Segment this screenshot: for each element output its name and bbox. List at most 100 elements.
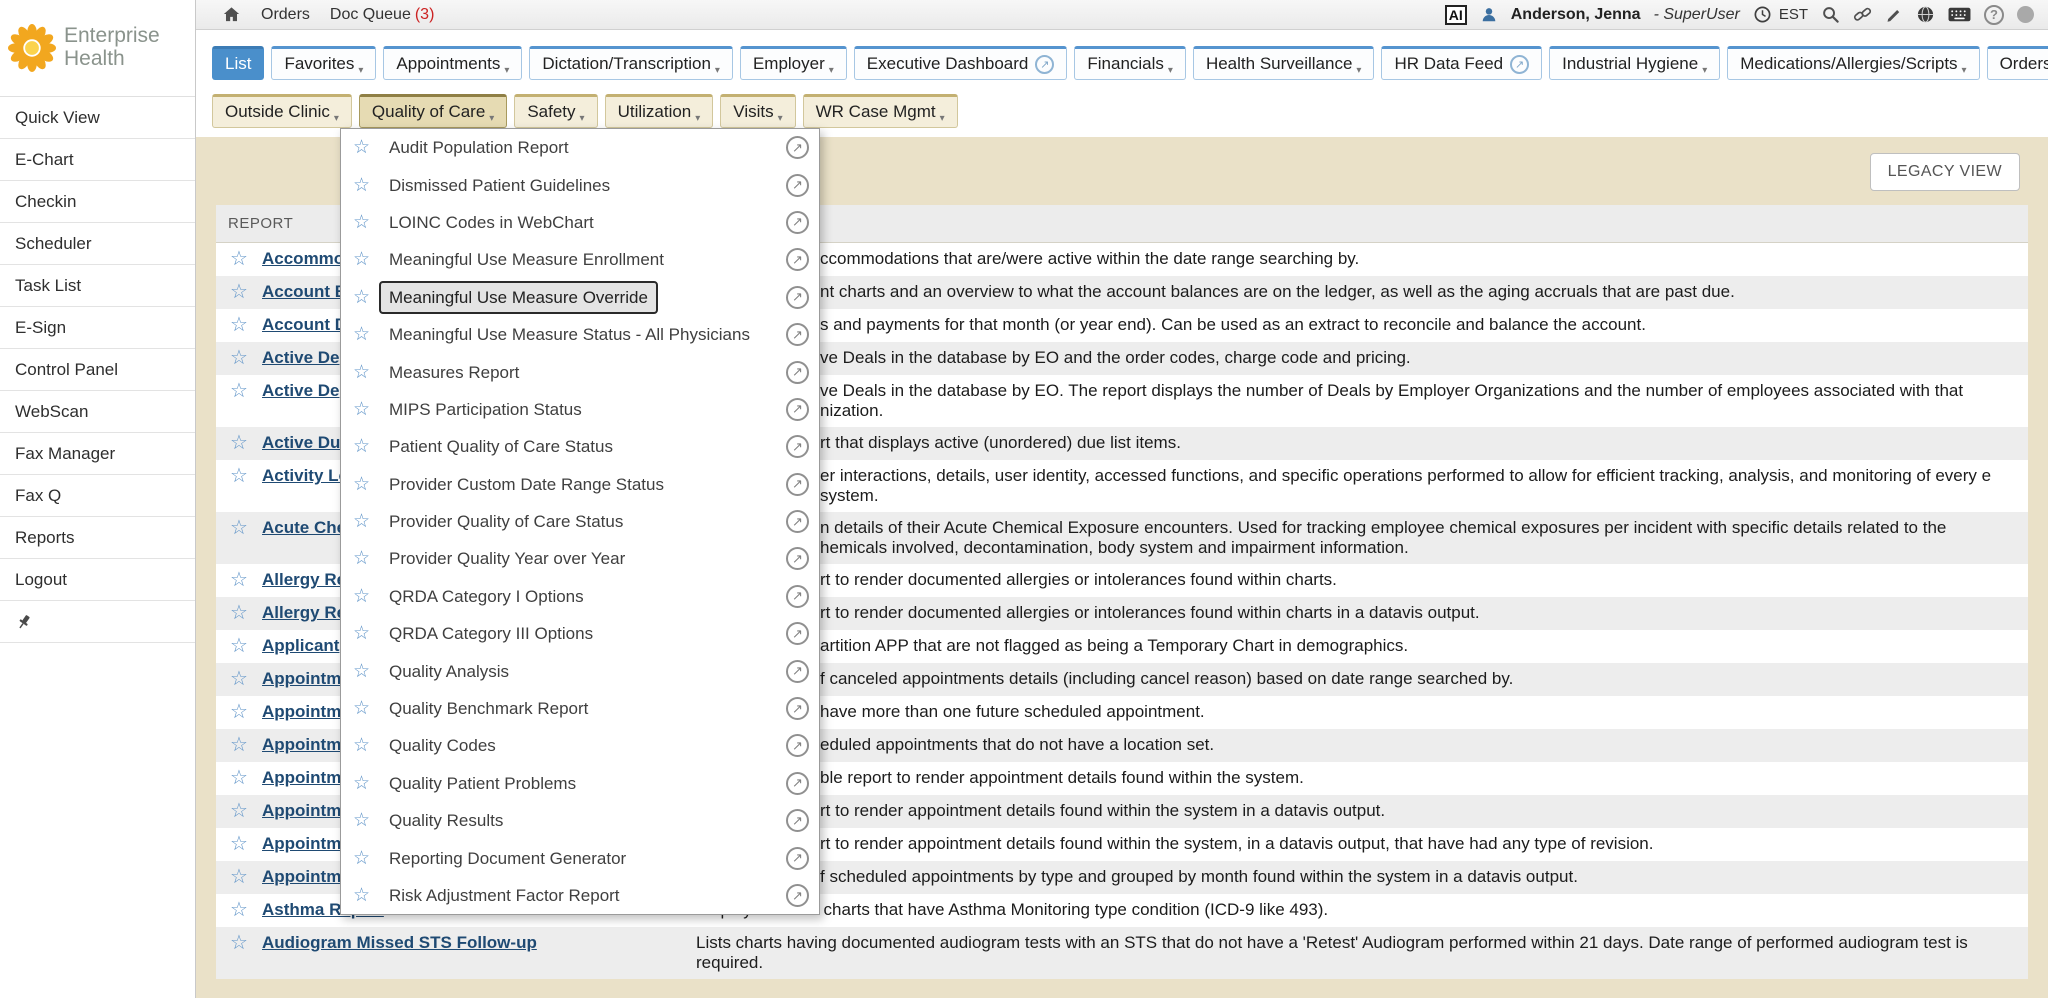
chevron-down-icon[interactable]: ▾ [778,113,783,127]
open-new-window-icon[interactable]: ↗ [786,398,809,421]
open-new-window-icon[interactable]: ↗ [786,585,809,608]
chevron-down-icon[interactable]: ▾ [580,113,585,127]
sidebar-item-checkin[interactable]: Checkin [0,181,195,223]
menu-item-reporting-document-generator[interactable]: ☆ Reporting Document Generator ↗ [341,839,819,876]
report-link[interactable]: Appointm [262,735,341,754]
favorite-star-icon[interactable]: ☆ [353,136,379,159]
favorite-star-icon[interactable]: ☆ [353,398,379,421]
tab-financials[interactable]: Financials ▾ [1074,46,1186,80]
open-new-window-icon[interactable]: ↗ [786,211,809,234]
menu-item-provider-quality-year-over-year[interactable]: ☆ Provider Quality Year over Year ↗ [341,540,819,577]
report-link[interactable]: Allergy Re [262,570,346,589]
favorite-star-icon[interactable]: ☆ [353,697,379,720]
nav-doc-queue[interactable]: Doc Queue(3) [330,6,435,24]
tab-appointments[interactable]: Appointments ▾ [383,46,522,80]
report-link[interactable]: Audiogram Missed STS Follow-up [262,933,537,952]
sidebar-item-fax-manager[interactable]: Fax Manager [0,433,195,475]
report-link[interactable]: Accommo [262,249,344,268]
menu-item-meaningful-use-measure-status-all-physicians[interactable]: ☆ Meaningful Use Measure Status - All Ph… [341,316,819,353]
menu-item-patient-quality-of-care-status[interactable]: ☆ Patient Quality of Care Status ↗ [341,428,819,465]
sidebar-item-fax-q[interactable]: Fax Q [0,475,195,517]
favorite-star-icon[interactable]: ☆ [353,772,379,795]
open-new-window-icon[interactable]: ↗ [786,622,809,645]
chevron-down-icon[interactable]: ▾ [695,113,700,127]
sidebar-item-quick-view[interactable]: Quick View [0,97,195,139]
favorite-star-icon[interactable]: ☆ [353,323,379,346]
open-new-window-icon[interactable]: ↗ [786,809,809,832]
chevron-down-icon[interactable]: ▾ [489,113,494,127]
favorite-star-icon[interactable]: ☆ [216,348,262,368]
menu-item-measures-report[interactable]: ☆ Measures Report ↗ [341,353,819,390]
menu-item-quality-analysis[interactable]: ☆ Quality Analysis ↗ [341,652,819,689]
report-link[interactable]: Appointm [262,867,341,886]
menu-item-provider-quality-of-care-status[interactable]: ☆ Provider Quality of Care Status ↗ [341,503,819,540]
report-link[interactable]: Active Du [262,433,340,452]
report-link[interactable]: Account D [262,315,347,334]
help-icon[interactable]: ? [1984,5,2004,25]
menu-item-risk-adjustment-factor-report[interactable]: ☆ Risk Adjustment Factor Report ↗ [341,877,819,914]
favorite-star-icon[interactable]: ☆ [353,174,379,197]
favorite-star-icon[interactable]: ☆ [216,603,262,623]
menu-item-quality-benchmark-report[interactable]: ☆ Quality Benchmark Report ↗ [341,690,819,727]
favorite-star-icon[interactable]: ☆ [216,466,262,486]
favorite-star-icon[interactable]: ☆ [353,734,379,757]
keyboard-icon[interactable] [1948,7,1971,22]
favorite-star-icon[interactable]: ☆ [216,669,262,689]
favorite-star-icon[interactable]: ☆ [353,847,379,870]
sidebar-item-task-list[interactable]: Task List [0,265,195,307]
favorite-star-icon[interactable]: ☆ [216,735,262,755]
open-new-window-icon[interactable]: ↗ [786,660,809,683]
menu-item-meaningful-use-measure-enrollment[interactable]: ☆ Meaningful Use Measure Enrollment ↗ [341,241,819,278]
tab-safety[interactable]: Safety ▾ [514,94,597,128]
search-icon[interactable] [1821,5,1840,24]
favorite-star-icon[interactable]: ☆ [216,570,262,590]
open-new-window-icon[interactable]: ↗ [786,772,809,795]
favorite-star-icon[interactable]: ☆ [353,286,379,309]
favorite-star-icon[interactable]: ☆ [216,933,262,953]
chevron-down-icon[interactable]: ▾ [715,65,720,79]
sidebar-item-e-chart[interactable]: E-Chart [0,139,195,181]
report-link[interactable]: Appointm [262,834,341,853]
favorite-star-icon[interactable]: ☆ [353,211,379,234]
report-link[interactable]: Applicant [262,636,339,655]
favorite-star-icon[interactable]: ☆ [353,585,379,608]
menu-item-quality-codes[interactable]: ☆ Quality Codes ↗ [341,727,819,764]
open-new-window-icon[interactable]: ↗ [786,323,809,346]
link-icon[interactable] [1853,5,1872,24]
favorite-star-icon[interactable]: ☆ [216,315,262,335]
open-new-window-icon[interactable]: ↗ [786,847,809,870]
sidebar-item-logout[interactable]: Logout [0,559,195,601]
chevron-down-icon[interactable]: ▾ [358,65,363,79]
tab-list[interactable]: List [212,46,264,80]
sidebar-item-scheduler[interactable]: Scheduler [0,223,195,265]
tab-medications-allergies-scripts[interactable]: Medications/Allergies/Scripts ▾ [1727,46,1979,80]
menu-item-qrda-category-iii-options[interactable]: ☆ QRDA Category III Options ↗ [341,615,819,652]
favorite-star-icon[interactable]: ☆ [216,834,262,854]
report-link[interactable]: Appointm [262,768,341,787]
favorite-star-icon[interactable]: ☆ [353,809,379,832]
favorite-star-icon[interactable]: ☆ [353,884,379,907]
open-new-window-icon[interactable]: ↗ [786,734,809,757]
tab-wr-case-mgmt[interactable]: WR Case Mgmt ▾ [803,94,958,128]
enterprise-health-logo[interactable]: Enterprise Health [0,0,195,97]
favorite-star-icon[interactable]: ☆ [353,622,379,645]
report-link[interactable]: Active De [262,381,339,400]
tab-outside-clinic[interactable]: Outside Clinic ▾ [212,94,352,128]
report-link[interactable]: Account B [262,282,347,301]
open-new-window-icon[interactable]: ↗ [786,174,809,197]
favorite-star-icon[interactable]: ☆ [353,248,379,271]
favorite-star-icon[interactable]: ☆ [216,801,262,821]
open-new-window-icon[interactable]: ↗ [786,697,809,720]
tab-utilization[interactable]: Utilization ▾ [605,94,714,128]
globe-icon[interactable] [1916,5,1935,24]
sidebar-item-e-sign[interactable]: E-Sign [0,307,195,349]
sidebar-item-reports[interactable]: Reports [0,517,195,559]
favorite-star-icon[interactable]: ☆ [216,900,262,920]
favorite-star-icon[interactable]: ☆ [216,433,262,453]
favorite-star-icon[interactable]: ☆ [216,249,262,269]
nav-orders[interactable]: Orders [261,6,310,24]
tab-hr-data-feed[interactable]: HR Data Feed ↗ [1381,46,1542,80]
chevron-down-icon[interactable]: ▾ [334,113,339,127]
report-link[interactable]: Appointm [262,702,341,721]
menu-item-provider-custom-date-range-status[interactable]: ☆ Provider Custom Date Range Status ↗ [341,466,819,503]
